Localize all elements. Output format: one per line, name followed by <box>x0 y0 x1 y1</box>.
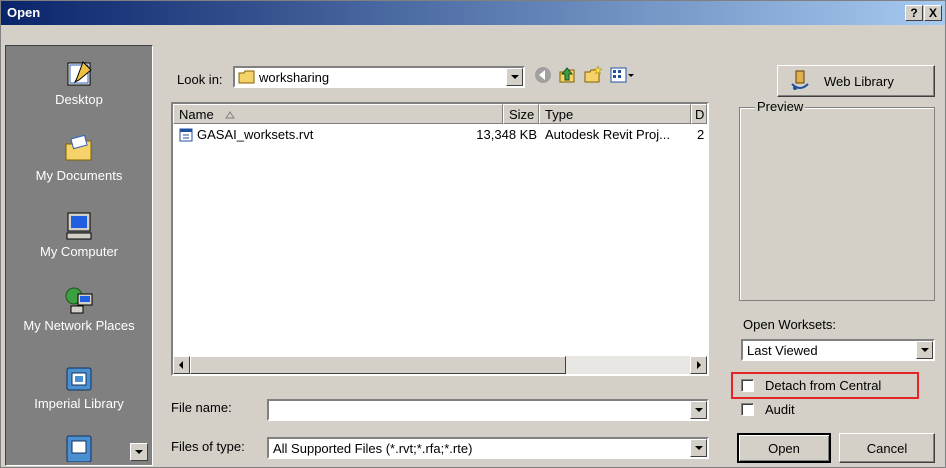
place-imperial-library[interactable]: Imperial Library <box>6 362 152 411</box>
open-worksets-dropdown[interactable]: Last Viewed <box>741 339 935 361</box>
open-worksets-value: Last Viewed <box>747 343 818 358</box>
cancel-button[interactable]: Cancel <box>839 433 935 463</box>
file-type-cell: Autodesk Revit Proj... <box>545 127 670 142</box>
my-computer-icon <box>66 212 92 240</box>
network-places-icon <box>65 287 93 314</box>
places-bar: Desktop My Documents My Computer My Netw… <box>5 45 153 466</box>
revit-file-icon <box>179 128 193 142</box>
open-worksets-arrow-button[interactable] <box>916 341 933 359</box>
column-header-type[interactable]: Type <box>539 104 691 124</box>
help-button[interactable]: ? <box>905 5 923 21</box>
place-my-documents[interactable]: My Documents <box>6 134 152 183</box>
new-folder-icon[interactable] <box>583 65 603 85</box>
place-label: Desktop <box>55 92 103 107</box>
library-folder-icon <box>66 367 92 391</box>
chevron-down-icon <box>135 450 143 454</box>
places-scroll-down-button[interactable] <box>130 443 148 461</box>
place-label: My Documents <box>35 168 123 183</box>
files-of-type-dropdown[interactable]: All Supported Files (*.rvt;*.rfa;*.rte) <box>267 437 709 459</box>
web-library-icon <box>791 70 809 90</box>
web-library-button[interactable]: Web Library <box>777 65 935 97</box>
window-title: Open <box>7 5 41 20</box>
close-button[interactable]: X <box>924 5 942 21</box>
open-dialog: Open ? X Desktop My Documents My Compute… <box>0 0 946 468</box>
web-library-label: Web Library <box>824 74 894 89</box>
look-in-value: worksharing <box>259 70 330 85</box>
file-name-cell: GASAI_worksets.rvt <box>197 127 314 142</box>
views-menu-icon[interactable] <box>609 65 635 85</box>
chevron-down-icon <box>511 75 519 79</box>
file-date-cell: 2 <box>697 127 705 142</box>
place-desktop[interactable]: Desktop <box>6 58 152 107</box>
place-label: My Computer <box>39 244 119 259</box>
files-of-type-label: Files of type: <box>171 439 245 454</box>
file-name-label: File name: <box>171 400 232 415</box>
scroll-left-button[interactable] <box>173 356 190 374</box>
scroll-thumb[interactable] <box>190 356 566 374</box>
chevron-down-icon <box>921 348 929 352</box>
column-header-date[interactable]: D <box>691 104 707 124</box>
file-list[interactable]: Name Size Type D GASAI_worksets.rvt 13,3… <box>171 102 709 376</box>
desktop-icon <box>67 61 92 86</box>
preview-label: Preview <box>755 99 806 114</box>
audit-checkbox[interactable] <box>741 403 754 416</box>
look-in-dropdown[interactable]: worksharing <box>233 66 525 88</box>
place-label: My Network Places <box>23 318 135 333</box>
up-one-level-icon[interactable] <box>557 65 577 85</box>
look-in-arrow-button[interactable] <box>506 68 523 86</box>
audit-label[interactable]: Audit <box>765 402 795 417</box>
chevron-left-icon <box>179 361 183 369</box>
horizontal-scrollbar[interactable] <box>173 356 707 374</box>
file-size-cell: 13,348 KB <box>476 127 537 142</box>
chevron-down-icon <box>695 408 703 412</box>
chevron-right-icon <box>697 361 701 369</box>
my-documents-folder-icon <box>65 134 92 161</box>
look-in-label: Look in: <box>177 72 223 87</box>
column-header-name[interactable]: Name <box>173 104 503 124</box>
place-label: Imperial Library <box>34 396 124 411</box>
folder-icon <box>238 70 255 84</box>
sort-ascending-icon <box>225 111 236 119</box>
files-of-type-arrow-button[interactable] <box>690 439 707 457</box>
scroll-right-button[interactable] <box>690 356 707 374</box>
back-icon[interactable] <box>533 65 553 85</box>
detach-from-central-label[interactable]: Detach from Central <box>765 378 881 393</box>
column-header-size[interactable]: Size <box>503 104 539 124</box>
preview-box <box>739 107 935 301</box>
file-name-input[interactable] <box>267 399 709 421</box>
open-worksets-label: Open Worksets: <box>743 317 836 332</box>
library-folder-icon <box>66 435 92 462</box>
file-name-arrow-button[interactable] <box>690 401 707 419</box>
chevron-down-icon <box>695 446 703 450</box>
title-bar[interactable]: Open ? X <box>1 1 945 25</box>
open-button[interactable]: Open <box>737 433 831 463</box>
detach-from-central-checkbox[interactable] <box>741 379 754 392</box>
file-row[interactable]: GASAI_worksets.rvt 13,348 KB Autodesk Re… <box>173 126 707 144</box>
place-my-computer[interactable]: My Computer <box>6 210 152 259</box>
place-my-network-places[interactable]: My Network Places <box>6 284 152 333</box>
files-of-type-value: All Supported Files (*.rvt;*.rfa;*.rte) <box>273 441 473 456</box>
